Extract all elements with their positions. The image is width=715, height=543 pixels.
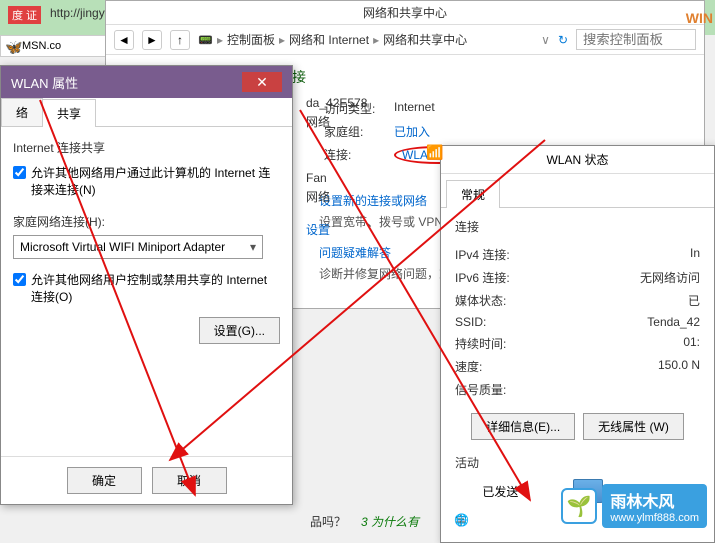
partial-fan: Fan: [306, 171, 327, 185]
breadcrumb[interactable]: 📟 ▸ 控制面板 ▸ 网络和 Internet ▸ 网络和共享中心: [198, 31, 533, 48]
ipv4-label: IPv4 连接:: [455, 246, 510, 263]
watermark-url: www.ylmf888.com: [610, 512, 699, 524]
bc-icon: 📟: [198, 33, 213, 47]
ipv4-value: In: [690, 246, 700, 263]
dialog-body: Internet 连接共享 允许其他网络用户通过此计算机的 Internet 连…: [1, 127, 292, 356]
dropdown-arrow-icon[interactable]: ∨: [541, 33, 550, 47]
q1: 品吗？: [310, 513, 346, 530]
watermark-icon: 🌱: [561, 488, 597, 524]
allow-share-label: 允许其他网络用户通过此计算机的 Internet 连接来连接(N): [31, 164, 280, 198]
globe-icon[interactable]: 🌐: [454, 513, 469, 530]
back-button[interactable]: ◄: [114, 30, 134, 50]
up-button[interactable]: ↑: [170, 30, 190, 50]
settings-button[interactable]: 设置(G)...: [199, 317, 280, 344]
ipv6-value: 无网络访问: [640, 269, 700, 286]
tab-label: MSN.co: [22, 40, 61, 52]
tab-sharing[interactable]: 共享: [42, 99, 96, 127]
duration-label: 持续时间:: [455, 335, 506, 352]
duration-value: 01:: [683, 335, 700, 352]
media-value: 已: [688, 292, 700, 309]
partial-net1: 网络: [306, 113, 330, 130]
browser-tab-msn[interactable]: 🦋 MSN.co: [0, 35, 110, 57]
allow-share-checkbox[interactable]: [13, 166, 26, 179]
msn-icon: 🦋: [5, 39, 19, 53]
window-title: 网络和共享中心: [106, 1, 704, 25]
dialog-footer: 确定 取消: [1, 456, 292, 504]
tab-network[interactable]: 络: [1, 98, 43, 126]
homegroup-label: 家庭组:: [324, 123, 394, 140]
bc-item-network[interactable]: 网络和 Internet: [289, 31, 369, 48]
ok-button[interactable]: 确定: [67, 467, 142, 494]
speed-label: 速度:: [455, 358, 482, 375]
allow-control-checkbox[interactable]: [13, 273, 26, 286]
status-title: WLAN 状态: [441, 146, 714, 174]
wlan-properties-dialog: WLAN 属性 ✕ 络 共享 Internet 连接共享 允许其他网络用户通过此…: [0, 65, 293, 505]
homegroup-link[interactable]: 已加入: [394, 123, 430, 140]
access-type-value: Internet: [394, 100, 435, 117]
sent-label: 已发送: [482, 483, 518, 500]
bc-item-control[interactable]: 控制面板: [227, 31, 275, 48]
connection-label: 连接:: [324, 146, 394, 164]
watermark-text: 雨林木风 www.ylmf888.com: [602, 484, 707, 528]
tab-general[interactable]: 常规: [446, 180, 500, 208]
wireless-props-button[interactable]: 无线属性 (W): [583, 413, 684, 440]
adapter-combobox[interactable]: Microsoft Virtual WIFI Miniport Adapter …: [13, 235, 263, 259]
watermark: 🌱 雨林木风 www.ylmf888.com: [561, 484, 707, 528]
home-connection-label: 家庭网络连接(H):: [13, 213, 280, 230]
bottom-text: 品吗？ 3 为什么有 🌐: [310, 513, 469, 530]
search-input[interactable]: [576, 29, 696, 50]
ssid-label: SSID:: [455, 315, 486, 329]
win-partial: WIN: [686, 10, 713, 26]
refresh-button[interactable]: ↻: [558, 33, 568, 47]
ssid-value: Tenda_42: [647, 315, 700, 329]
activity-label: 活动: [455, 454, 700, 471]
speed-value: 150.0 N: [658, 358, 700, 375]
q2: 3 为什么有: [361, 513, 419, 530]
dialog-title: WLAN 属性: [11, 73, 78, 92]
signal-icon: 📶: [426, 144, 443, 161]
allow-control-label: 允许其他网络用户控制或禁用共享的 Internet 连接(O): [31, 271, 280, 305]
partial-net2: 网络: [306, 188, 330, 205]
details-button[interactable]: 详细信息(E)...: [471, 413, 575, 440]
dialog-titlebar[interactable]: WLAN 属性 ✕: [1, 66, 292, 98]
url-text: http://jingya: [50, 6, 111, 20]
cancel-button[interactable]: 取消: [152, 467, 227, 494]
settings-label: 设置: [306, 221, 330, 238]
badge: 度 证: [8, 6, 41, 24]
tabs: 络 共享: [1, 98, 292, 127]
combo-arrow-icon: ▾: [250, 240, 256, 254]
signal-label: 信号质量:: [455, 381, 506, 398]
connection-section: 连接: [455, 218, 700, 235]
media-label: 媒体状态:: [455, 292, 506, 309]
ics-group-label: Internet 连接共享: [13, 139, 280, 156]
watermark-name: 雨林木风: [610, 488, 699, 512]
ipv6-label: IPv6 连接:: [455, 269, 510, 286]
bc-item-sharing[interactable]: 网络和共享中心: [383, 31, 467, 48]
adapter-value: Microsoft Virtual WIFI Miniport Adapter: [20, 240, 225, 254]
close-button[interactable]: ✕: [242, 72, 282, 92]
toolbar: ◄ ► ↑ 📟 ▸ 控制面板 ▸ 网络和 Internet ▸ 网络和共享中心 …: [106, 25, 704, 55]
forward-button[interactable]: ►: [142, 30, 162, 50]
partial-ssid: da_42E578: [306, 96, 367, 110]
